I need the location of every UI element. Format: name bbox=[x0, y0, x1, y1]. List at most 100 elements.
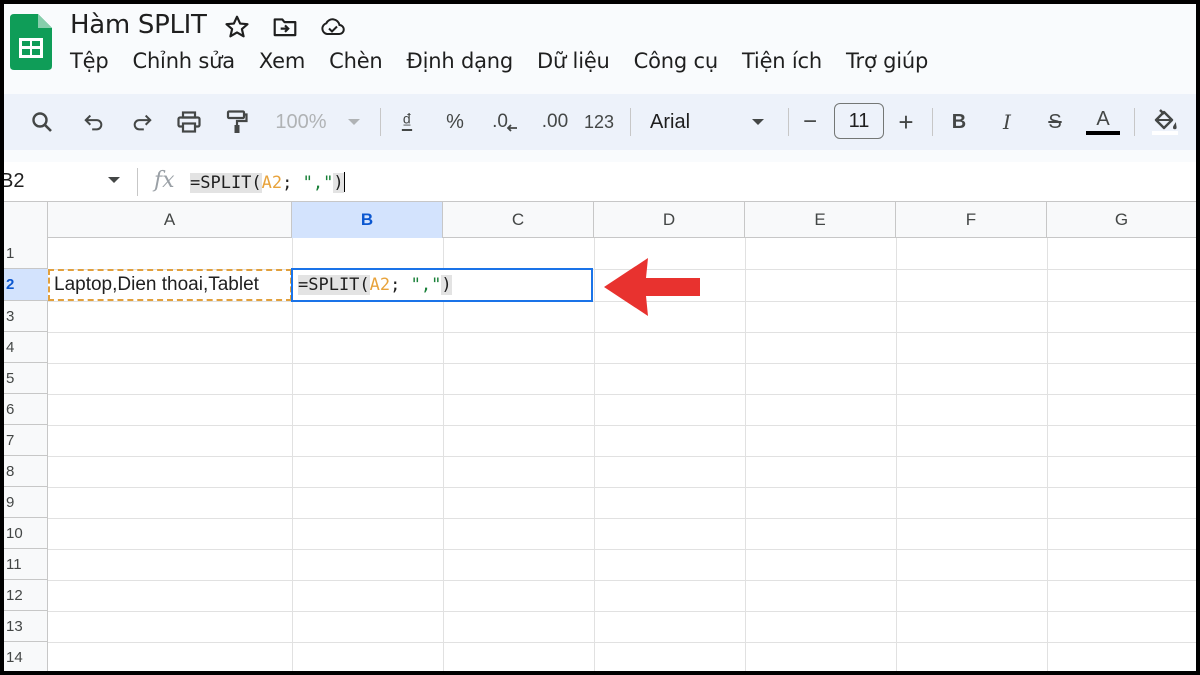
menu-help[interactable]: Trợ giúp bbox=[846, 49, 928, 73]
column-header-d[interactable]: D bbox=[594, 202, 745, 238]
document-title[interactable]: Hàm SPLIT bbox=[70, 10, 207, 40]
row-header-9[interactable]: 9 bbox=[4, 487, 48, 518]
row-header-8[interactable]: 8 bbox=[4, 456, 48, 487]
font-size-input[interactable]: 11 bbox=[834, 103, 884, 139]
formula-input[interactable]: =SPLIT(A2; ",") bbox=[190, 172, 346, 193]
row-header-5[interactable]: 5 bbox=[4, 363, 48, 394]
spreadsheet-window: Hàm SPLIT Tệp Chỉnh sửa Xem Chèn Định dạ… bbox=[4, 4, 1196, 671]
cell-b2-editor[interactable]: =SPLIT(A2; ",") bbox=[291, 268, 593, 302]
move-to-folder-icon[interactable] bbox=[272, 14, 298, 40]
menu-file[interactable]: Tệp bbox=[70, 49, 109, 73]
decrease-decimal-button[interactable]: .0 bbox=[488, 108, 522, 136]
column-header-e[interactable]: E bbox=[745, 202, 896, 238]
gridline bbox=[48, 518, 1196, 519]
increase-decimal-button[interactable]: .00 bbox=[534, 108, 576, 136]
bold-button[interactable]: B bbox=[946, 108, 972, 136]
gridline bbox=[594, 238, 595, 671]
formula-range-ref: A2 bbox=[261, 173, 283, 193]
name-box[interactable]: B2 bbox=[4, 170, 24, 193]
gridline bbox=[745, 238, 746, 671]
percent-format-button[interactable]: % bbox=[442, 108, 468, 136]
row-header-4[interactable]: 4 bbox=[4, 332, 48, 363]
search-menus-icon[interactable] bbox=[28, 108, 56, 136]
gridline bbox=[1047, 238, 1048, 671]
formula-bar: B2 fx =SPLIT(A2; ",") bbox=[4, 162, 1196, 202]
name-box-dropdown-icon[interactable] bbox=[108, 176, 120, 185]
menu-extensions[interactable]: Tiện ích bbox=[742, 49, 822, 73]
red-pointer-arrow-icon bbox=[604, 258, 700, 316]
formula-separator: ; bbox=[282, 173, 303, 193]
star-icon[interactable] bbox=[224, 14, 250, 40]
sheets-logo-icon[interactable] bbox=[10, 14, 52, 70]
font-dropdown-icon[interactable] bbox=[748, 108, 768, 136]
row-header-2[interactable]: 2 bbox=[4, 269, 48, 301]
row-header-1[interactable]: 1 bbox=[4, 238, 48, 269]
toolbar-divider bbox=[630, 108, 631, 136]
gridline bbox=[443, 238, 444, 671]
menu-insert[interactable]: Chèn bbox=[329, 49, 383, 73]
cell-a2[interactable]: Laptop,Dien thoai,Tablet bbox=[48, 269, 292, 301]
formula-close-paren: ) bbox=[333, 173, 344, 193]
cell-formula-close-paren: ) bbox=[441, 275, 452, 295]
column-header-b[interactable]: B bbox=[292, 202, 443, 238]
row-header-3[interactable]: 3 bbox=[4, 301, 48, 332]
strikethrough-button[interactable]: S bbox=[1042, 108, 1068, 136]
menu-bar: Tệp Chỉnh sửa Xem Chèn Định dạng Dữ liệu… bbox=[70, 49, 952, 73]
undo-icon[interactable] bbox=[80, 108, 108, 136]
gridline bbox=[48, 580, 1196, 581]
column-header-g[interactable]: G bbox=[1047, 202, 1196, 238]
zoom-select[interactable]: 100% bbox=[270, 108, 332, 136]
row-header-11[interactable]: 11 bbox=[4, 549, 48, 580]
fill-color-icon[interactable] bbox=[1148, 108, 1182, 136]
gridline bbox=[48, 363, 1196, 364]
row-header-14[interactable]: 14 bbox=[4, 642, 48, 671]
paint-format-icon[interactable] bbox=[222, 108, 252, 136]
more-formats-button[interactable]: 123 bbox=[582, 108, 616, 136]
column-headers: A B C D E F G bbox=[4, 202, 1196, 238]
redo-icon[interactable] bbox=[128, 108, 156, 136]
formula-prefix: =SPLIT( bbox=[190, 173, 262, 193]
gridline bbox=[896, 238, 897, 671]
print-icon[interactable] bbox=[174, 108, 204, 136]
row-header-12[interactable]: 12 bbox=[4, 580, 48, 611]
sheet-grid[interactable]: A B C D E F G 1 2 3 4 5 6 7 8 9 10 11 12… bbox=[4, 202, 1196, 671]
gridline bbox=[48, 456, 1196, 457]
column-header-a[interactable]: A bbox=[48, 202, 292, 238]
decrease-font-size-button[interactable]: − bbox=[798, 108, 822, 136]
gridline bbox=[48, 642, 1196, 643]
menu-edit[interactable]: Chỉnh sửa bbox=[132, 49, 235, 73]
row-header-7[interactable]: 7 bbox=[4, 425, 48, 456]
gridline bbox=[48, 549, 1196, 550]
menu-data[interactable]: Dữ liệu bbox=[537, 49, 610, 73]
cell-formula-separator: ; bbox=[390, 275, 411, 295]
currency-format-button[interactable]: ₫ bbox=[394, 108, 420, 136]
cloud-saved-icon[interactable] bbox=[320, 14, 346, 40]
zoom-value: 100% bbox=[275, 110, 327, 133]
toolbar-divider bbox=[788, 108, 789, 136]
text-color-bar bbox=[1086, 131, 1120, 135]
fx-icon: fx bbox=[154, 168, 175, 193]
cell-formula-delimiter-string: "," bbox=[410, 275, 442, 295]
cell-formula-prefix: =SPLIT( bbox=[298, 275, 370, 295]
text-color-button[interactable]: A bbox=[1086, 108, 1120, 136]
increase-font-size-button[interactable]: + bbox=[894, 107, 918, 137]
column-header-f[interactable]: F bbox=[896, 202, 1047, 238]
row-header-13[interactable]: 13 bbox=[4, 611, 48, 642]
font-name: Arial bbox=[650, 110, 691, 133]
italic-button[interactable]: I bbox=[994, 108, 1020, 136]
menu-tools[interactable]: Công cụ bbox=[634, 49, 718, 73]
font-select[interactable]: Arial bbox=[650, 108, 750, 136]
row-header-6[interactable]: 6 bbox=[4, 394, 48, 425]
gridline bbox=[48, 394, 1196, 395]
toolbar: 100% ₫ % .0 .00 123 Arial − 11 + B I S A bbox=[4, 94, 1196, 150]
menu-format[interactable]: Định dạng bbox=[407, 49, 514, 73]
formula-bar-divider bbox=[137, 168, 138, 196]
menu-view[interactable]: Xem bbox=[259, 49, 305, 73]
toolbar-divider bbox=[1134, 108, 1135, 136]
select-all-corner[interactable] bbox=[4, 202, 48, 238]
zoom-dropdown-icon[interactable] bbox=[344, 108, 364, 136]
row-header-10[interactable]: 10 bbox=[4, 518, 48, 549]
gridline bbox=[48, 425, 1196, 426]
text-cursor bbox=[343, 172, 346, 192]
column-header-c[interactable]: C bbox=[443, 202, 594, 238]
